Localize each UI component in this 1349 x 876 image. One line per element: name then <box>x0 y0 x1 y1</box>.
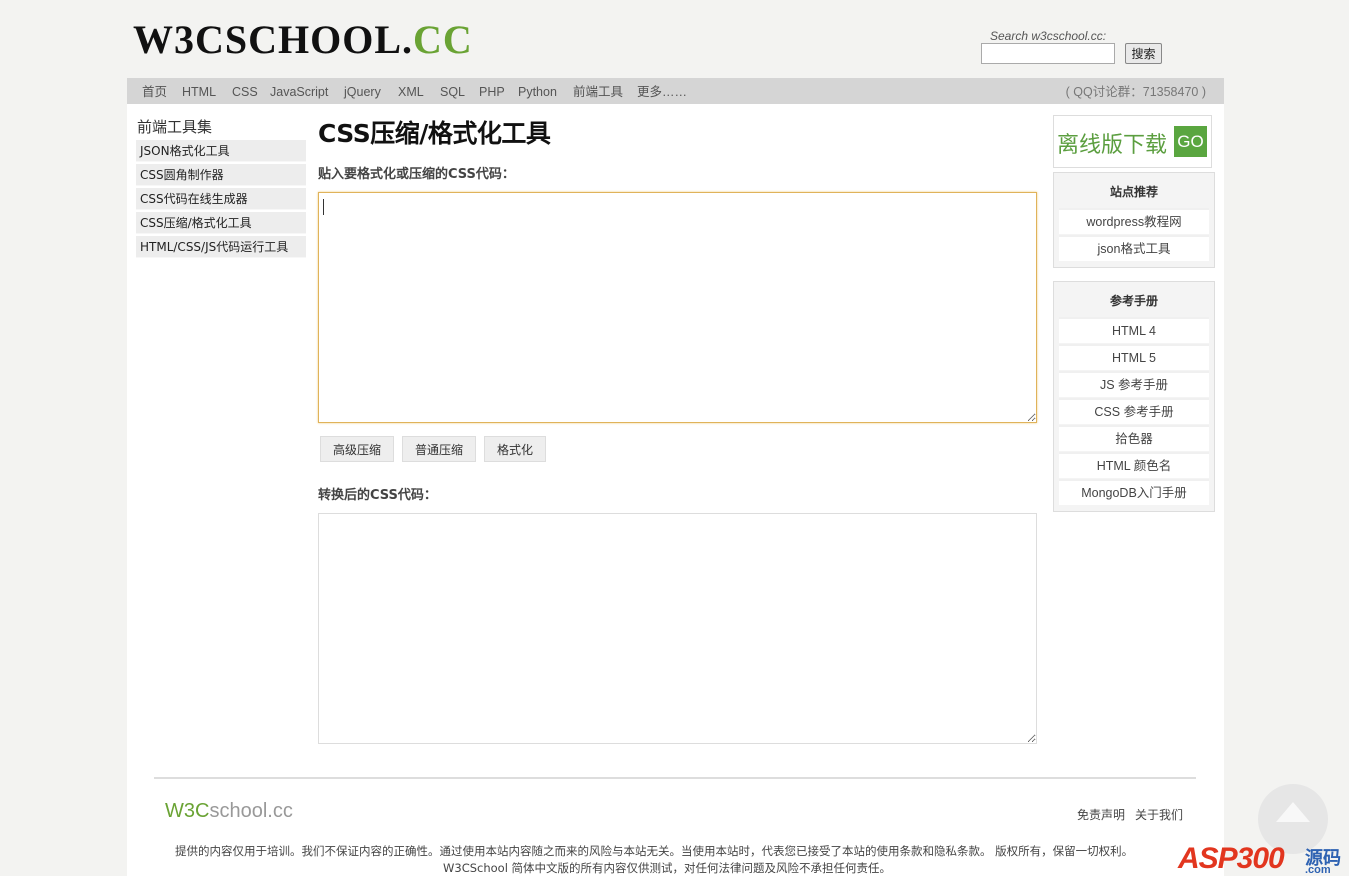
sidebar-item-css-compress[interactable]: CSS压缩/格式化工具 <box>136 212 306 234</box>
reference-item-css[interactable]: CSS 参考手册 <box>1059 398 1209 424</box>
watermark-dom: .com <box>1305 864 1331 876</box>
watermark-logo: ASP300 源码 .com <box>1178 830 1343 876</box>
logo-main-text: W3CSCHOOL. <box>133 17 414 62</box>
footer-disclaimer-text: 提供的内容仅用于培训。我们不保证内容的正确性。通过使用本站内容随之而来的风险与本… <box>175 844 1134 858</box>
reference-item-html4[interactable]: HTML 4 <box>1059 317 1209 343</box>
nav-item-jquery[interactable]: jQuery <box>344 85 381 99</box>
qq-group-text: ( QQ讨论群：71358470 ) <box>1065 85 1206 99</box>
offline-download-banner[interactable]: 离线版下载 GO <box>1053 115 1212 168</box>
advanced-compress-button[interactable]: 高级压缩 <box>320 436 395 462</box>
top-nav: 首页 HTML CSS JavaScript jQuery XML SQL PH… <box>127 78 1224 104</box>
search-button[interactable]: 搜索 <box>1125 43 1162 64</box>
search-input[interactable] <box>981 43 1115 64</box>
css-input-textarea[interactable] <box>318 192 1037 423</box>
reference-item-color-picker[interactable]: 拾色器 <box>1059 425 1209 451</box>
reference-item-js[interactable]: JS 参考手册 <box>1059 371 1209 397</box>
nav-item-xml[interactable]: XML <box>398 85 424 99</box>
nav-item-css[interactable]: CSS <box>232 85 258 99</box>
nav-item-tools[interactable]: 前端工具 <box>573 85 623 99</box>
nav-item-javascript[interactable]: JavaScript <box>270 85 328 99</box>
about-link[interactable]: 关于我们 <box>1135 806 1183 823</box>
nav-item-home[interactable]: 首页 <box>142 85 167 99</box>
format-button[interactable]: 格式化 <box>484 436 547 462</box>
reference-item-html5[interactable]: HTML 5 <box>1059 344 1209 370</box>
disclaimer-link[interactable]: 免责声明 <box>1077 806 1125 823</box>
watermark-text: ASP300 <box>1178 842 1285 875</box>
nav-item-sql[interactable]: SQL <box>440 85 465 99</box>
sidebar-item-css-radius[interactable]: CSS圆角制作器 <box>136 164 306 186</box>
recommend-panel: 站点推荐 wordpress教程网 json格式工具 <box>1053 172 1215 268</box>
offline-download-text: 离线版下载 <box>1057 133 1168 158</box>
logo-cc-text: CC <box>413 17 473 62</box>
nav-item-python[interactable]: Python <box>518 85 557 99</box>
page-title: CSS压缩/格式化工具 <box>318 119 551 148</box>
output-label: 转换后的CSS代码： <box>318 488 437 503</box>
nav-item-php[interactable]: PHP <box>479 85 505 99</box>
footer-test-text: W3CSchool 简体中文版的所有内容仅供测试，对任何法律问题及风险不承担任何… <box>443 861 892 875</box>
go-badge: GO <box>1174 126 1207 157</box>
sidebar-title: 前端工具集 <box>137 118 213 136</box>
reference-title: 参考手册 <box>1109 294 1158 308</box>
text-caret <box>323 199 324 215</box>
reference-item-color-names[interactable]: HTML 颜色名 <box>1059 452 1209 478</box>
site-logo[interactable]: W3CSCHOOL.CC <box>133 20 473 60</box>
search-label: Search w3cschool.cc: <box>990 29 1107 43</box>
nav-item-html[interactable]: HTML <box>182 85 216 99</box>
normal-compress-button[interactable]: 普通压缩 <box>402 436 477 462</box>
recommend-item-json[interactable]: json格式工具 <box>1059 235 1209 261</box>
reference-item-mongodb[interactable]: MongoDB入门手册 <box>1059 479 1209 505</box>
footer-logo-gray: school.cc <box>209 800 293 822</box>
footer-logo[interactable]: W3Cschool.cc <box>165 800 293 823</box>
footer-logo-green: W3C <box>165 800 210 822</box>
nav-item-more[interactable]: 更多…… <box>637 85 687 99</box>
recommend-title: 站点推荐 <box>1109 185 1158 199</box>
reference-panel: 参考手册 HTML 4 HTML 5 JS 参考手册 CSS 参考手册 拾色器 … <box>1053 281 1215 512</box>
sidebar-item-css-generator[interactable]: CSS代码在线生成器 <box>136 188 306 210</box>
input-label: 贴入要格式化或压缩的CSS代码： <box>318 167 515 182</box>
footer-divider <box>154 777 1196 779</box>
sidebar-item-json[interactable]: JSON格式化工具 <box>136 140 306 162</box>
css-output-textarea[interactable] <box>318 513 1037 744</box>
recommend-item-wordpress[interactable]: wordpress教程网 <box>1059 208 1209 234</box>
sidebar-item-code-runner[interactable]: HTML/CSS/JS代码运行工具 <box>136 236 306 258</box>
